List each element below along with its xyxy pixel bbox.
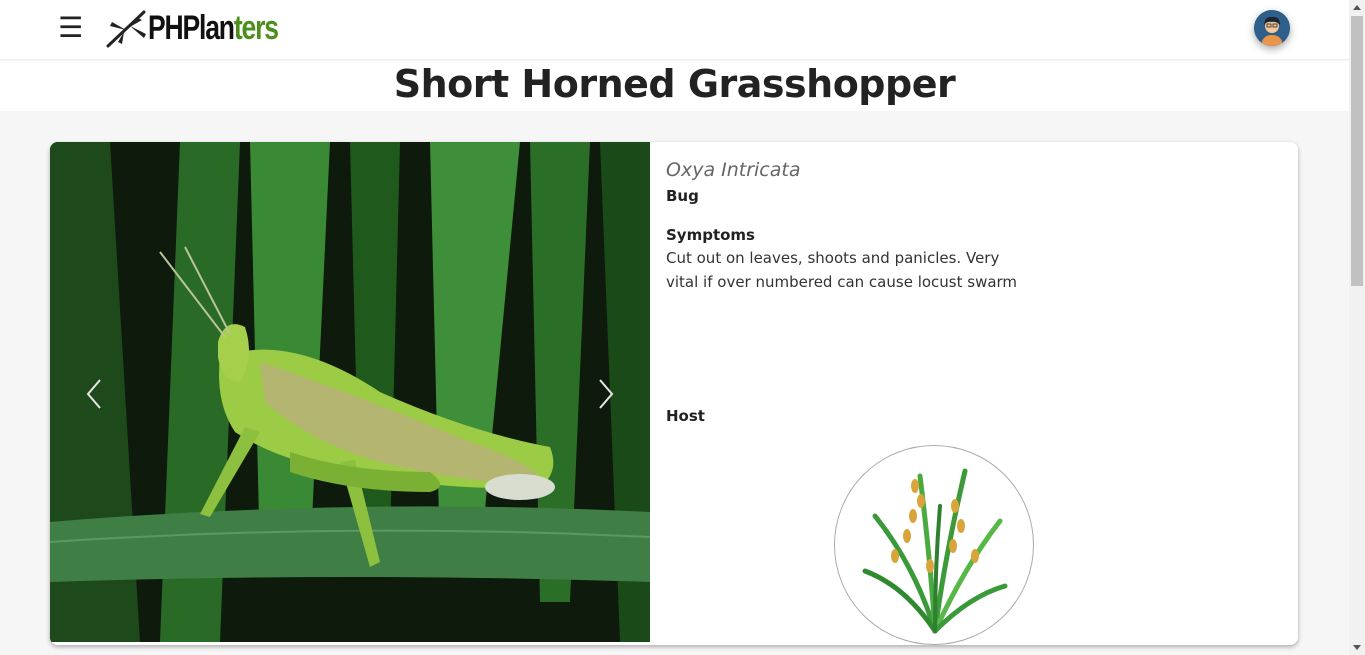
top-navbar: ☰ PHPlanters [0, 0, 1349, 60]
grasshopper-image [50, 142, 650, 642]
pest-category: Bug [666, 187, 699, 205]
dragonfly-icon [106, 10, 146, 48]
logo[interactable]: PHPlanters [104, 6, 314, 50]
chevron-right-icon[interactable] [590, 374, 620, 414]
pest-info-panel: Oxya Intricata Bug Symptoms Cut out on l… [666, 142, 1286, 645]
pest-detail-card: Oxya Intricata Bug Symptoms Cut out on l… [50, 142, 1298, 645]
hamburger-icon[interactable]: ☰ [58, 12, 84, 44]
chevron-left-icon[interactable] [80, 374, 110, 414]
logo-text: PHPlanters [148, 8, 279, 47]
page-title: Short Horned Grasshopper [393, 62, 956, 106]
symptoms-text: Cut out on leaves, shoots and panicles. … [666, 249, 1018, 291]
image-carousel[interactable] [50, 142, 650, 642]
host-heading: Host [666, 407, 705, 425]
scientific-name: Oxya Intricata [666, 159, 801, 181]
host-plant-image[interactable] [834, 445, 1034, 645]
page-scrollbar[interactable] [1349, 0, 1365, 655]
scroll-down-icon[interactable] [1349, 639, 1365, 655]
user-avatar-icon[interactable] [1254, 10, 1290, 46]
scroll-up-icon[interactable] [1349, 0, 1365, 16]
symptoms-heading: Symptoms [666, 226, 755, 244]
scrollbar-thumb[interactable] [1351, 16, 1363, 286]
